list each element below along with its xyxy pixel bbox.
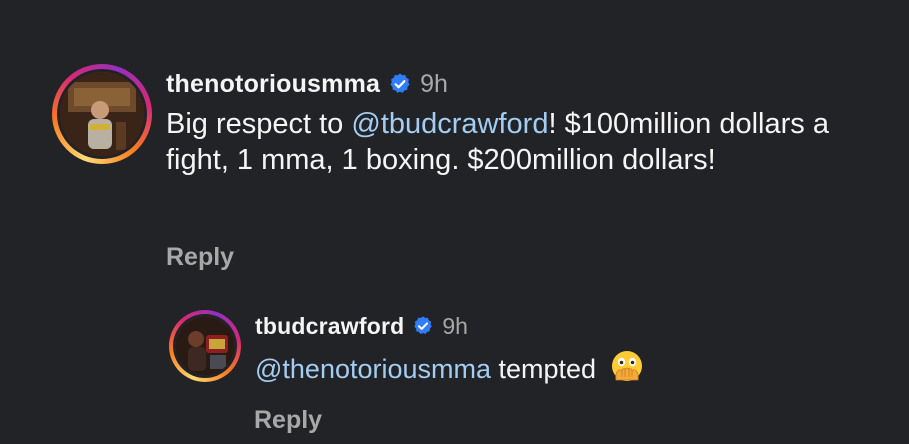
reply-button[interactable]: Reply [254,406,322,435]
profile-photo-icon [60,72,144,156]
face-with-open-eyes-and-hand-over-mouth-emoji [611,351,642,381]
profile-photo-icon [176,317,234,375]
comment-text: Big respect to @tbudcrawford! $100millio… [166,108,829,176]
reply-username[interactable]: tbudcrawford [255,313,404,340]
story-ring[interactable] [52,64,152,164]
reply-text: @thenotoriousmma tempted [255,350,644,386]
reply-timestamp: 9h [442,312,468,339]
avatar[interactable] [60,72,144,156]
comments-thread: thenotoriousmma 9h Big respect to @tbudc… [0,0,909,444]
verified-badge-icon [414,316,433,334]
mention-link[interactable]: @thenotoriousmma [255,354,491,384]
comment-item: thenotoriousmma 9h Big respect to @tbudc… [52,64,902,178]
reply-button[interactable]: Reply [166,243,234,272]
story-ring[interactable] [169,310,241,382]
mention-link[interactable]: @tbudcrawford [351,108,548,140]
avatar[interactable] [176,317,234,375]
verified-badge-icon [390,73,410,93]
comment-username[interactable]: thenotoriousmma [166,70,380,99]
reply-item: tbudcrawford 9h @thenotoriousmma tempted [169,310,899,386]
comment-timestamp: 9h [420,69,448,98]
